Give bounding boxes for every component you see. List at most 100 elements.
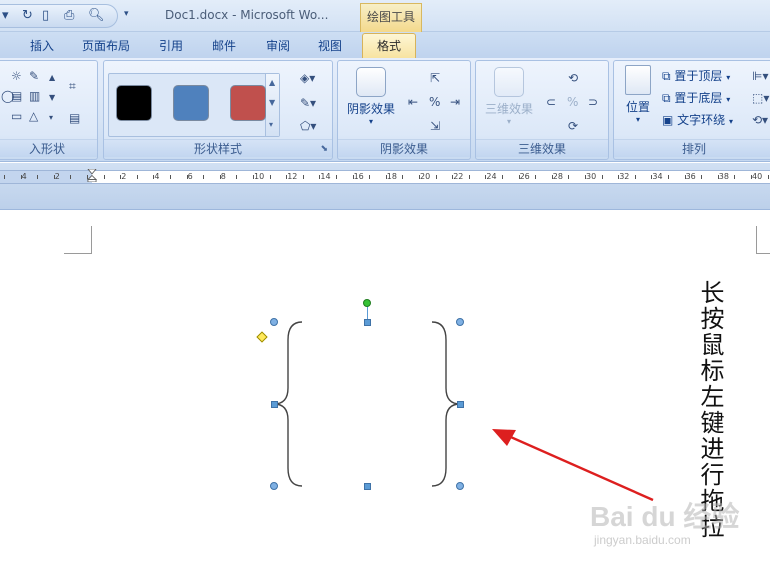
pencil-shape-icon[interactable]: ✎	[29, 69, 39, 83]
redo-icon[interactable]: ↻	[22, 9, 33, 23]
ruler-number: 14	[320, 172, 331, 181]
style-swatch-blue[interactable]	[173, 85, 209, 121]
style-swatch-red[interactable]	[230, 85, 266, 121]
ruler-tick	[203, 175, 204, 179]
nudge-shadow-up-icon[interactable]: ⇱	[430, 71, 440, 85]
tilt-down-icon[interactable]: ⟳	[568, 119, 578, 133]
group-label-arrange: 排列	[614, 139, 770, 157]
text-box-icon[interactable]: ▤	[69, 111, 80, 125]
ruler-tick	[4, 175, 5, 179]
resize-handle-right[interactable]	[457, 401, 464, 408]
tab-page-layout[interactable]: 页面布局	[82, 37, 130, 54]
tab-format[interactable]: 格式	[362, 33, 417, 58]
ruler-tick	[286, 175, 287, 179]
group-label-shape-styles: 形状样式	[104, 139, 332, 157]
shape-outline-icon[interactable]: ✎▾	[300, 96, 316, 110]
resize-handle-bottom[interactable]	[364, 483, 371, 490]
bring-to-front-icon: ⧉	[662, 69, 671, 83]
ruler-tick	[718, 175, 719, 179]
tab-insert[interactable]: 插入	[30, 37, 54, 54]
3d-effects-icon	[494, 67, 524, 97]
gallery-scrollbar[interactable]: ▲ ▼ ▾	[265, 74, 279, 136]
new-document-icon[interactable]: ▯	[42, 9, 49, 23]
tilt-left-icon[interactable]: ⊂	[546, 95, 556, 109]
resize-handle-bottom-right[interactable]	[456, 482, 464, 490]
ruler-number: 4	[21, 172, 27, 181]
group-arrange: 位置 ▾ ⧉ 置于顶层 ▾ ⧉ 置于底层 ▾ ▣ 文字环绕 ▾ ⊫▾ ⬚▾ ⟲▾…	[613, 60, 770, 160]
rotate-icon[interactable]: ⟲▾	[752, 113, 768, 127]
ruler-tick	[568, 175, 569, 179]
rotation-handle-stem	[367, 306, 368, 320]
ruler-tick	[618, 175, 619, 179]
text-wrapping-button[interactable]: ▣ 文字环绕 ▾	[662, 111, 733, 128]
send-to-back-button[interactable]: ⧉ 置于底层 ▾	[662, 89, 730, 106]
tab-references[interactable]: 引用	[159, 37, 183, 54]
shapes-scroll-down-icon[interactable]: ▼	[49, 91, 55, 105]
shadow-effects-button[interactable]: 阴影效果 ▾	[342, 67, 400, 126]
send-to-back-label: 置于底层	[674, 91, 723, 105]
resize-handle-left[interactable]	[271, 401, 278, 408]
ruler-tick	[70, 175, 71, 179]
resize-handle-top-right[interactable]	[456, 318, 464, 326]
indent-marker-icon[interactable]	[87, 169, 97, 182]
tab-mailings[interactable]: 邮件	[212, 37, 236, 54]
undo-dropdown-icon[interactable]: ▾	[2, 9, 9, 23]
rounded-rect-shape-icon[interactable]: ▭	[11, 109, 22, 123]
gallery-down-icon[interactable]: ▼	[269, 98, 275, 107]
shapes-more-icon[interactable]: ▾	[49, 111, 53, 125]
gallery-up-icon[interactable]: ▲	[269, 78, 275, 87]
ruler-tick	[436, 175, 437, 179]
align-icon[interactable]: ⊫▾	[752, 69, 768, 83]
document-page[interactable]: 长按鼠标左键进行拖拉 Bai du 经验 jingyan.baidu.com	[0, 210, 770, 570]
baidu-watermark: Bai du 经验	[590, 501, 740, 532]
print-icon[interactable]: ⎙	[64, 9, 74, 23]
nudge-shadow-down-icon[interactable]: ⇲	[430, 119, 440, 133]
3d-toggle-icon[interactable]: %	[567, 95, 578, 109]
group-objects-icon[interactable]: ⬚▾	[752, 91, 769, 105]
ruler-tick	[21, 175, 22, 179]
tab-view[interactable]: 视图	[318, 37, 342, 54]
ruler-number: 40	[752, 172, 763, 181]
shape-styles-launcher-icon[interactable]: ⬊	[320, 144, 328, 154]
triangle-shape-icon[interactable]: △	[29, 109, 38, 123]
shapes-scroll-up-icon[interactable]: ▲	[49, 71, 55, 85]
shape-fill-icon[interactable]: ◈▾	[300, 71, 315, 85]
ruler-number: 4	[154, 172, 160, 181]
sun-shape-icon[interactable]: ☼	[11, 69, 22, 83]
resize-handle-top-left[interactable]	[270, 318, 278, 326]
ruler-number: 32	[619, 172, 630, 181]
tab-review[interactable]: 审阅	[266, 37, 290, 54]
textbox-shape-icon[interactable]: ▤	[11, 89, 22, 103]
shadow-effects-icon	[356, 67, 386, 97]
nudge-shadow-left-icon[interactable]: ⇤	[408, 95, 418, 109]
vertical-textbox-icon[interactable]: ▥	[29, 89, 40, 103]
print-preview-icon[interactable]: 🔍︎	[88, 9, 105, 23]
position-button[interactable]: 位置 ▾	[620, 65, 656, 124]
tilt-right-icon[interactable]: ⊃	[588, 95, 598, 109]
ruler-tick	[386, 175, 387, 179]
send-to-back-dropdown-icon: ▾	[726, 95, 731, 104]
ruler-tick	[751, 175, 752, 179]
gallery-more-icon[interactable]: ▾	[269, 120, 273, 129]
style-swatch-black[interactable]	[116, 85, 152, 121]
tilt-up-icon[interactable]: ⟲	[568, 71, 578, 85]
ruler-tick	[153, 175, 154, 179]
resize-handle-top[interactable]	[364, 319, 371, 326]
bring-to-front-button[interactable]: ⧉ 置于顶层 ▾	[662, 67, 730, 84]
position-icon	[625, 65, 651, 95]
edit-shape-icon[interactable]: ⌗	[69, 79, 76, 93]
ruler-tick	[535, 175, 536, 179]
double-brace-shape[interactable]	[260, 310, 470, 500]
change-shape-icon[interactable]: ⬠▾	[300, 119, 316, 133]
ribbon: ☼ ✎ ◯ ▤ ▥ ▭ △ ▲ ▼ ▾ ⌗ ▤ 入形状 ▲ ▼ ▾ ◈▾ ✎▾ …	[0, 58, 770, 162]
resize-handle-bottom-left[interactable]	[270, 482, 278, 490]
nudge-shadow-right-icon[interactable]: ⇥	[450, 95, 460, 109]
ruler-tick	[236, 175, 237, 179]
customize-toolbar-icon[interactable]: ▾	[124, 9, 129, 19]
shadow-toggle-icon[interactable]: %	[429, 95, 440, 109]
rotation-handle[interactable]	[363, 299, 371, 307]
3d-effects-button[interactable]: 三维效果 ▾	[480, 67, 538, 126]
ruler-tick	[369, 175, 370, 179]
horizontal-ruler[interactable]: 4 2 2 4 6 8 10 12 14 16 18 20 22 24 26 28 30 32 34 36 38 40	[0, 170, 770, 184]
ruler-tick	[469, 175, 470, 179]
